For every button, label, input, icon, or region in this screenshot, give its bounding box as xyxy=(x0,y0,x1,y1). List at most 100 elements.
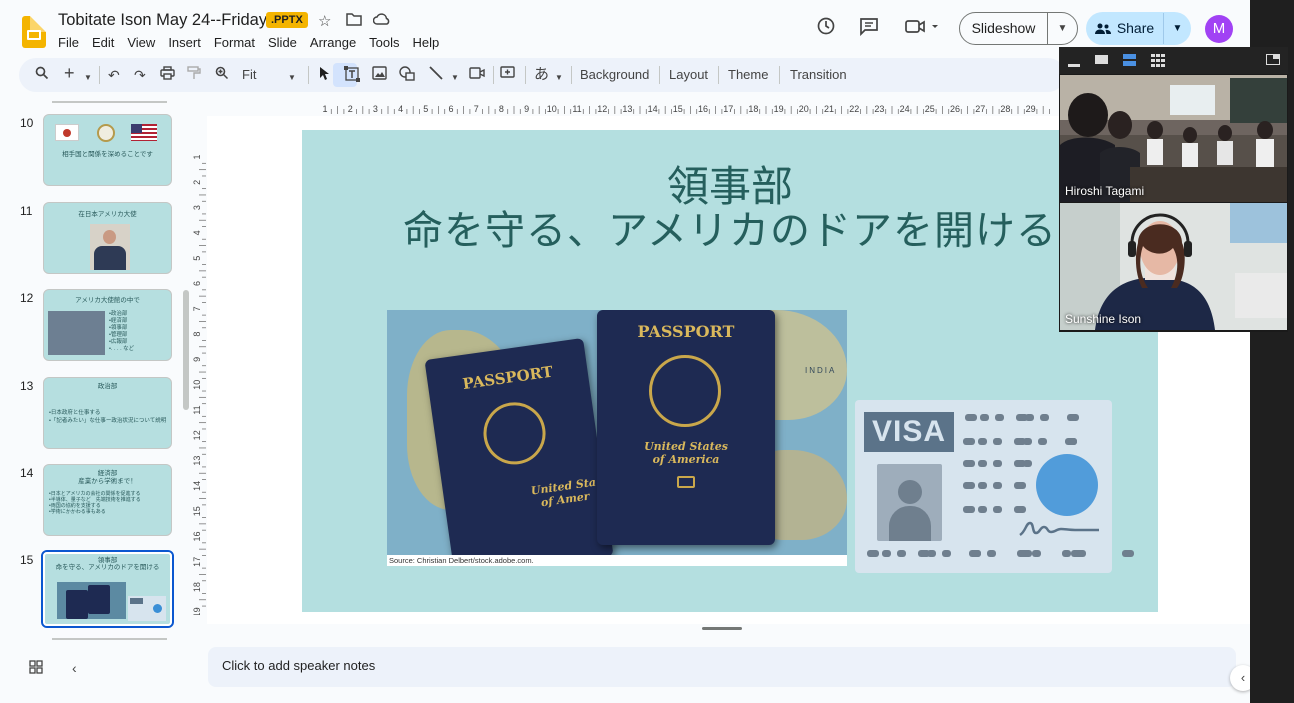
document-title[interactable]: Tobitate Ison May 24--Friday xyxy=(58,11,267,30)
account-avatar[interactable]: M xyxy=(1205,15,1233,43)
ruler-tick-label: 26 xyxy=(950,104,960,114)
video-call-panel[interactable]: Hiroshi Tagami Sunshine Ison xyxy=(1059,47,1288,332)
zoom-dropdown-icon[interactable]: ▼ xyxy=(288,69,296,87)
ruler-tick-label: 3 xyxy=(193,205,202,210)
slide-thumbnail-bullet: •政治部 xyxy=(109,311,128,317)
slide-thumbnail-11[interactable]: 在日本アメリカ大使 xyxy=(43,202,172,274)
menu-format[interactable]: Format xyxy=(214,35,255,50)
text-box-icon[interactable] xyxy=(344,66,360,86)
collapse-side-panel-icon[interactable]: ‹ xyxy=(1230,665,1250,691)
participant-name: Hiroshi Tagami xyxy=(1065,184,1145,198)
slide-thumbnail-10[interactable]: 相手国と関係を深めることです xyxy=(43,114,172,186)
cloud-status-icon[interactable] xyxy=(372,12,391,30)
search-menus-icon[interactable] xyxy=(35,66,49,84)
paint-format-icon[interactable] xyxy=(187,66,201,84)
share-dropdown-icon[interactable]: ▼ xyxy=(1164,23,1191,34)
slide-number: 11 xyxy=(20,204,33,218)
ruler-tick-label: 5 xyxy=(193,256,202,261)
slide-thumbnail-bullet: •広報部 xyxy=(109,339,128,345)
slide-thumbnail-14[interactable]: 経済部 産業から学術まで！ •日本とアメリカの会社の関係を促進する •半導体、量… xyxy=(43,464,172,536)
comments-icon[interactable] xyxy=(859,16,879,41)
slide-canvas[interactable]: 領事部 命を守る、アメリカのドアを開ける INDIA PASSPORT Unit… xyxy=(302,130,1158,612)
line-dropdown-icon[interactable]: ▼ xyxy=(451,69,459,87)
grid-view-icon[interactable] xyxy=(29,660,43,677)
ruler-tick-label: 8 xyxy=(499,104,504,114)
input-tools-icon[interactable]: あ xyxy=(534,66,549,84)
ruler-tick-label: 6 xyxy=(448,104,453,114)
ruler-tick-label: 7 xyxy=(474,104,479,114)
visa-text-dash xyxy=(897,550,906,557)
theme-button[interactable]: Theme xyxy=(728,67,768,82)
meet-camera-icon[interactable] xyxy=(905,16,939,41)
ruler-tick-label: 18 xyxy=(748,104,758,114)
horizontal-ruler[interactable]: 1 2 3 4 5 6 7 8 9 10 11 12 13 14 15 16 17 18 19 20 21 22 23 24 2… xyxy=(302,100,1062,116)
background-button[interactable]: Background xyxy=(580,67,649,82)
minimize-icon[interactable] xyxy=(1068,57,1080,71)
speaker-view-icon[interactable] xyxy=(1095,54,1108,68)
vertical-ruler[interactable]: 1 2 3 4 5 6 7 8 9 10 11 12 13 14 15 16 17 18 19 xyxy=(192,130,207,632)
menu-file[interactable]: File xyxy=(58,35,79,50)
notes-resize-handle[interactable] xyxy=(702,627,742,630)
shape-icon[interactable] xyxy=(399,66,415,85)
insert-video-icon[interactable] xyxy=(469,66,485,84)
slide-thumbnail-bullet: •管理部 xyxy=(109,332,128,338)
slide-title-line1[interactable]: 領事部 xyxy=(302,164,1158,210)
menu-edit[interactable]: Edit xyxy=(92,35,114,50)
exit-panel-icon[interactable] xyxy=(1266,54,1280,68)
visa-text-dash xyxy=(963,460,975,467)
undo-icon[interactable]: ↶ xyxy=(108,66,120,84)
version-history-icon[interactable] xyxy=(816,16,836,41)
zoom-icon[interactable] xyxy=(215,66,229,84)
move-folder-icon[interactable] xyxy=(346,12,362,30)
slide-thumbnail-text: 政治部 xyxy=(97,383,118,390)
ruler-tick-label: 3 xyxy=(373,104,378,114)
star-icon[interactable]: ☆ xyxy=(318,12,331,30)
slide-title-line2[interactable]: 命を守る、アメリカのドアを開ける xyxy=(302,208,1158,254)
ruler-tick-label: 28 xyxy=(1000,104,1010,114)
slide-filmstrip[interactable]: 10 相手国と関係を深めることです 11 在日本アメリカ大使 12 アメリカ大使… xyxy=(0,100,196,640)
stacked-view-icon[interactable] xyxy=(1123,54,1136,70)
embassy-building-photo xyxy=(48,311,105,355)
visa-text-dash xyxy=(1017,550,1026,557)
menu-tools[interactable]: Tools xyxy=(369,35,399,50)
slides-logo-icon[interactable] xyxy=(22,16,46,48)
slideshow-button[interactable]: Slideshow xyxy=(960,13,1048,44)
slide-thumbnail-15[interactable]: 領事部 命を守る、アメリカのドアを開ける xyxy=(41,550,174,628)
visa-text-dash xyxy=(987,550,996,557)
print-icon[interactable] xyxy=(160,66,175,84)
ruler-tick-label: 23 xyxy=(874,104,884,114)
redo-icon[interactable]: ↷ xyxy=(134,66,146,84)
transition-button[interactable]: Transition xyxy=(790,67,847,82)
slideshow-dropdown-icon[interactable]: ▼ xyxy=(1048,23,1077,34)
zoom-select[interactable]: Fit xyxy=(242,67,256,82)
layout-button[interactable]: Layout xyxy=(669,67,708,82)
passport-photo[interactable]: INDIA PASSPORT United Sta of Amer PASSPO… xyxy=(387,310,847,555)
ruler-tick-label: 2 xyxy=(348,104,353,114)
select-pointer-icon[interactable] xyxy=(319,66,331,85)
participant-video-tile[interactable]: Hiroshi Tagami xyxy=(1060,75,1287,202)
share-button[interactable]: Share xyxy=(1086,13,1164,44)
slide-thumbnail-13[interactable]: 政治部 •日本政府と仕事する •「記者みたい」な仕事ー政治状況について説明 xyxy=(43,377,172,449)
collapse-filmstrip-icon[interactable]: ‹ xyxy=(72,660,77,676)
menu-help[interactable]: Help xyxy=(413,35,440,50)
menu-insert[interactable]: Insert xyxy=(168,35,201,50)
new-slide-layout-dropdown-icon[interactable]: ▼ xyxy=(84,69,92,87)
ruler-tick-label: 13 xyxy=(622,104,632,114)
menu-slide[interactable]: Slide xyxy=(268,35,297,50)
new-slide-icon[interactable]: + xyxy=(64,64,75,82)
slide-thumbnail-bullet: •経済部 xyxy=(109,318,128,324)
menu-arrange[interactable]: Arrange xyxy=(310,35,356,50)
line-icon[interactable] xyxy=(429,66,443,84)
visa-text-dash xyxy=(1067,414,1079,421)
menu-view[interactable]: View xyxy=(127,35,155,50)
slide-thumbnail-12[interactable]: アメリカ大使館の中で •政治部 •経済部 •領事部 •管理部 •広報部 •. .… xyxy=(43,289,172,361)
input-tools-dropdown-icon[interactable]: ▼ xyxy=(555,69,563,87)
visa-text-dash xyxy=(882,550,891,557)
insert-comment-icon[interactable] xyxy=(500,66,515,85)
insert-image-icon[interactable] xyxy=(372,66,387,84)
visa-graphic[interactable]: VISA xyxy=(855,400,1134,573)
participant-video-tile[interactable]: Sunshine Ison xyxy=(1060,203,1287,330)
speaker-notes[interactable]: Click to add speaker notes xyxy=(208,647,1236,687)
filmstrip-scrollbar[interactable] xyxy=(183,290,189,410)
gallery-view-icon[interactable] xyxy=(1151,54,1165,70)
